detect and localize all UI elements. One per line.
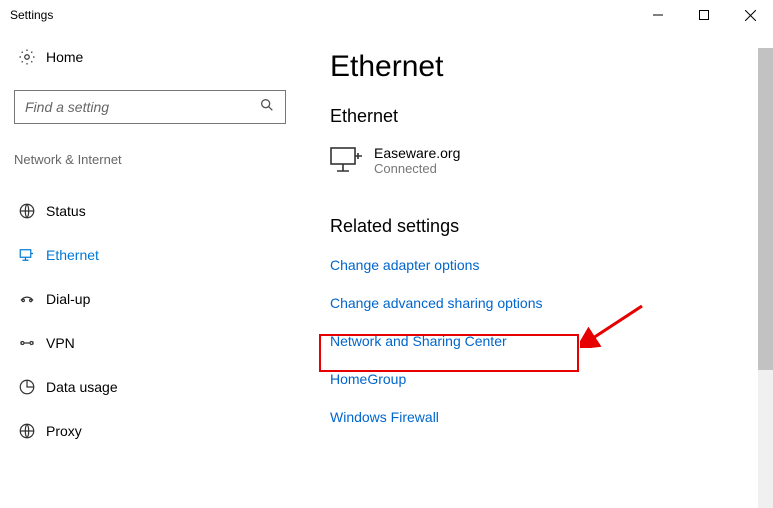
network-status: Connected	[374, 161, 460, 176]
close-button[interactable]	[727, 0, 773, 30]
nav-item-proxy[interactable]: Proxy	[14, 409, 286, 453]
maximize-button[interactable]	[681, 0, 727, 30]
nav-label: Data usage	[46, 379, 118, 395]
scrollbar[interactable]	[758, 48, 773, 508]
ethernet-device-icon	[330, 147, 366, 180]
nav-label: VPN	[46, 335, 75, 351]
nav-item-ethernet[interactable]: Ethernet	[14, 233, 286, 277]
related-title: Related settings	[330, 216, 743, 237]
gear-icon	[14, 48, 40, 66]
network-entry[interactable]: Easeware.org Connected	[330, 145, 743, 180]
link-network-sharing-center[interactable]: Network and Sharing Center	[330, 333, 743, 349]
page-title: Ethernet	[330, 50, 743, 84]
main-content: Ethernet Ethernet Easeware.org Connected…	[300, 30, 773, 508]
home-label: Home	[46, 49, 83, 65]
category-label: Network & Internet	[14, 152, 286, 167]
network-name: Easeware.org	[374, 145, 460, 161]
proxy-icon	[14, 422, 40, 440]
search-box[interactable]	[14, 90, 286, 124]
home-button[interactable]: Home	[14, 44, 286, 70]
nav-label: Proxy	[46, 423, 82, 439]
nav-item-dialup[interactable]: Dial-up	[14, 277, 286, 321]
titlebar: Settings	[0, 0, 773, 30]
scrollbar-thumb[interactable]	[758, 48, 773, 370]
nav-label: Status	[46, 203, 86, 219]
globe-icon	[14, 202, 40, 220]
window-controls	[635, 0, 773, 30]
link-adapter-options[interactable]: Change adapter options	[330, 257, 743, 273]
vpn-icon	[14, 334, 40, 352]
ethernet-icon	[14, 246, 40, 264]
nav-item-status[interactable]: Status	[14, 189, 286, 233]
minimize-button[interactable]	[635, 0, 681, 30]
search-input[interactable]	[25, 99, 259, 115]
search-icon	[259, 97, 275, 118]
nav-label: Dial-up	[46, 291, 90, 307]
window-title: Settings	[10, 8, 53, 22]
datausage-icon	[14, 378, 40, 396]
section-title: Ethernet	[330, 106, 743, 127]
nav-item-vpn[interactable]: VPN	[14, 321, 286, 365]
nav-label: Ethernet	[46, 247, 99, 263]
nav-item-datausage[interactable]: Data usage	[14, 365, 286, 409]
sidebar: Home Network & Internet Status Ethernet	[0, 30, 300, 508]
link-windows-firewall[interactable]: Windows Firewall	[330, 409, 743, 425]
link-homegroup[interactable]: HomeGroup	[330, 371, 743, 387]
dialup-icon	[14, 290, 40, 308]
link-advanced-sharing[interactable]: Change advanced sharing options	[330, 295, 743, 311]
